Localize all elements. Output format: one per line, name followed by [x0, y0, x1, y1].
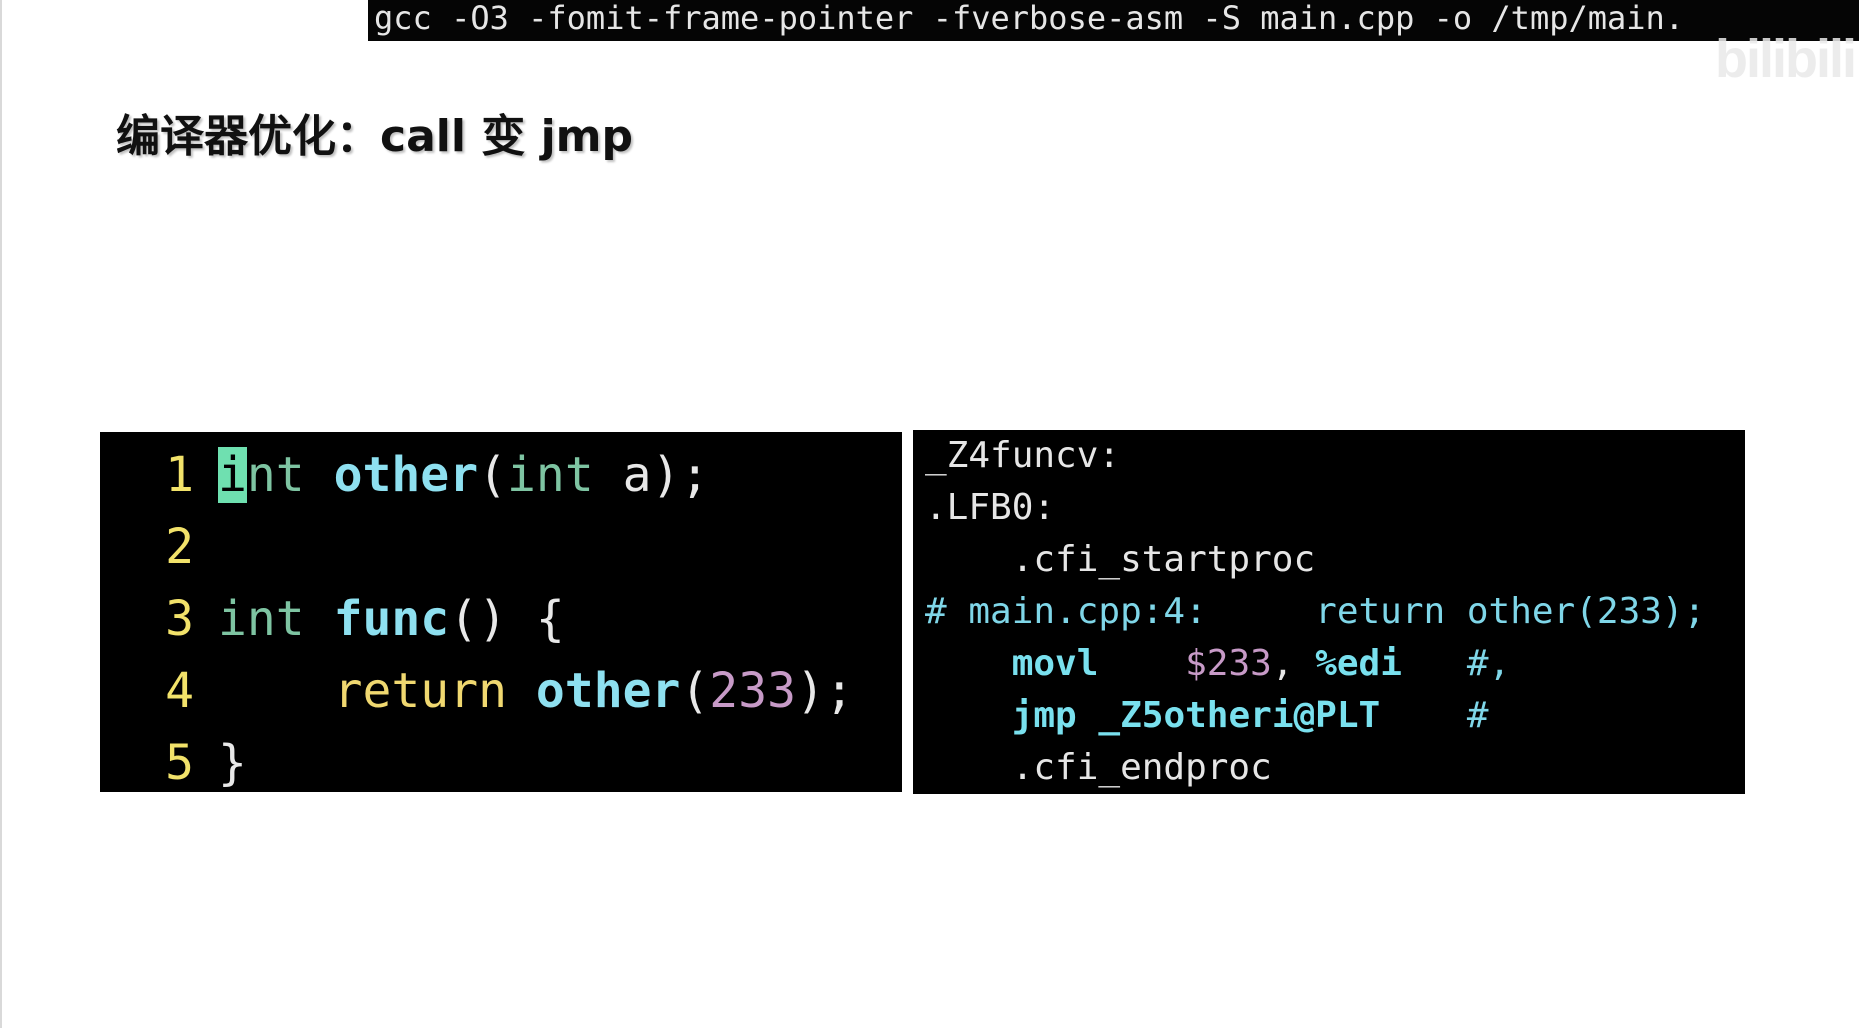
asm-immediate: $233: [1185, 643, 1272, 684]
code-line-2: 2: [100, 512, 218, 582]
asm-trailing-comment: #,: [1466, 643, 1511, 684]
asm-source-comment: # main.cpp:4: return other(233);: [925, 586, 1705, 638]
line-number: 2: [165, 519, 194, 575]
asm-jmp-instruction: jmp _Z5otheri@PLT #: [925, 690, 1489, 742]
line-number: 4: [165, 663, 194, 719]
function-name-func: func: [333, 591, 450, 647]
paren: (: [478, 447, 508, 503]
asm-mnemonic-movl: movl: [1011, 643, 1099, 684]
keyword-int: nt: [246, 447, 305, 503]
keyword-int: int: [507, 447, 594, 503]
slide-title: 编译器优化：call 变 jmp: [116, 111, 633, 162]
asm-cfi-startproc: .cfi_startproc: [925, 539, 1316, 580]
code-line-1: 1 int other(int a);: [100, 440, 709, 510]
asm-register: %edi: [1315, 643, 1402, 684]
line-number: 3: [165, 591, 194, 647]
asm-mnemonic-jmp: jmp: [1011, 695, 1077, 736]
function-name-other: other: [333, 447, 479, 503]
paren: (: [680, 663, 710, 719]
left-edge-rule: [0, 0, 2, 1028]
param-list-end: a);: [593, 447, 710, 503]
asm-trailing-comment: #: [1466, 695, 1489, 736]
keyword-int: int: [218, 591, 305, 647]
close-brace: }: [218, 735, 247, 791]
bilibili-watermark-logo: bilibili: [1715, 29, 1857, 89]
source-code-panel: 1 int other(int a); 2 3 int func() { 4 ret…: [100, 432, 902, 792]
assembly-output-panel: _Z4funcv: .LFB0: .cfi_startproc # main.c…: [913, 430, 1745, 794]
asm-label-lfb0: .LFB0:: [925, 487, 1056, 528]
asm-separator: ,: [1271, 643, 1294, 684]
asm-comment-source: return other(233);: [1315, 591, 1706, 632]
line-number: 1: [165, 447, 194, 503]
keyword-return: return: [333, 663, 507, 719]
editor-cursor: i: [218, 447, 247, 503]
open-brace: {: [507, 591, 565, 647]
call-end: );: [796, 663, 854, 719]
code-line-4: 4 return other(233);: [100, 656, 854, 726]
number-literal: 233: [709, 663, 796, 719]
asm-jump-target: _Z5otheri@PLT: [1098, 695, 1381, 736]
code-line-3: 3 int func() {: [100, 584, 565, 654]
parens: (): [449, 591, 507, 647]
asm-movl-instruction: movl $233, %edi #,: [925, 638, 1511, 690]
asm-label-func: _Z4funcv:: [925, 435, 1121, 476]
terminal-command-text: gcc -O3 -fomit-frame-pointer -fverbose-a…: [374, 0, 1685, 37]
code-line-5: 5}: [100, 728, 247, 792]
terminal-command-bar: gcc -O3 -fomit-frame-pointer -fverbose-a…: [368, 0, 1859, 41]
asm-cfi-endproc: .cfi_endproc: [925, 747, 1272, 788]
asm-comment-location: # main.cpp:4:: [925, 591, 1207, 632]
line-number: 5: [165, 735, 194, 791]
function-name-other: other: [535, 663, 681, 719]
